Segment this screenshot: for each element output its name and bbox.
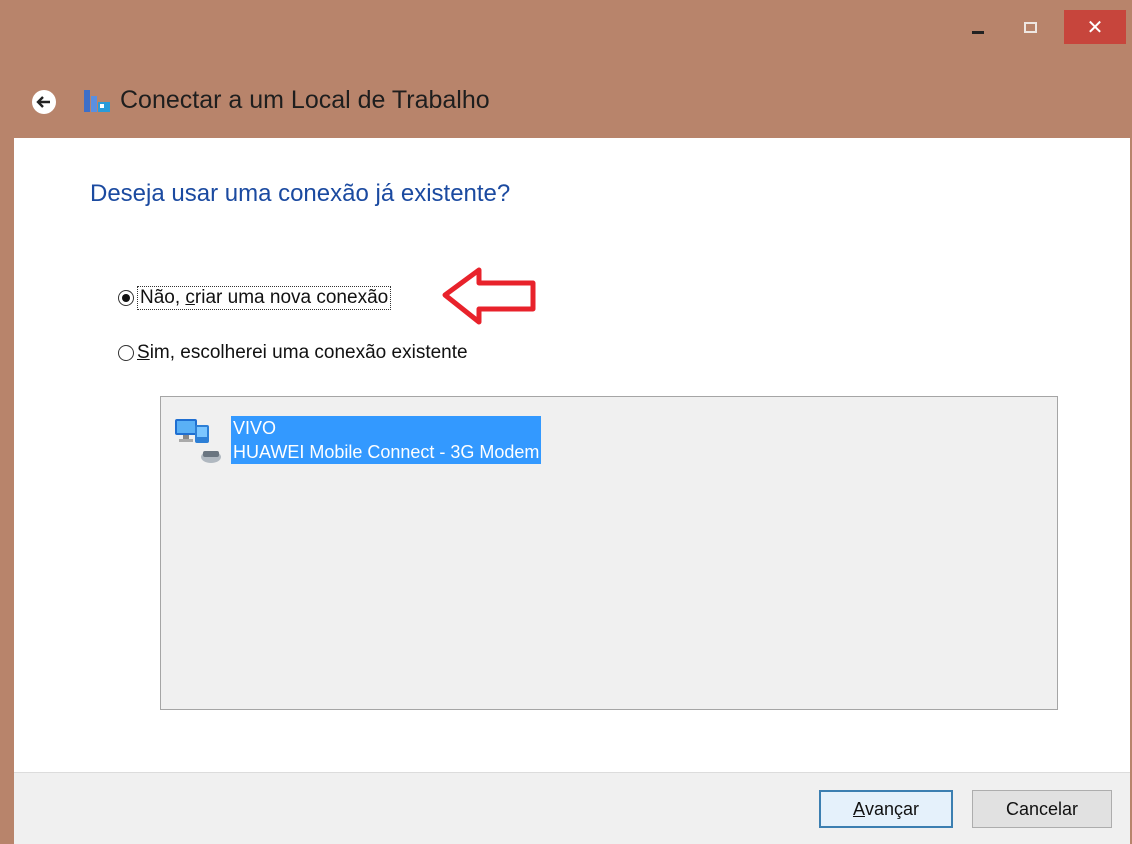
title-bar[interactable]: ✕: [0, 0, 1132, 64]
cancel-button[interactable]: Cancelar: [972, 790, 1112, 828]
network-app-icon: [84, 90, 110, 112]
next-button[interactable]: Avançar: [819, 790, 953, 828]
minimize-icon: [972, 30, 984, 34]
connection-list[interactable]: VIVO HUAWEI Mobile Connect - 3G Modem: [160, 396, 1058, 710]
radio-button-use-existing[interactable]: [118, 345, 134, 361]
back-button[interactable]: [30, 88, 58, 116]
page-title: Deseja usar uma conexão já existente?: [90, 180, 511, 207]
maximize-icon: [1023, 21, 1037, 33]
button-bar: Avançar Cancelar: [14, 772, 1130, 844]
list-item[interactable]: VIVO HUAWEI Mobile Connect - 3G Modem: [171, 413, 542, 467]
close-icon: ✕: [1086, 16, 1104, 39]
window-title: Conectar a um Local de Trabalho: [120, 86, 490, 114]
minimize-button[interactable]: [958, 10, 998, 44]
network-modem-icon: [175, 419, 221, 463]
connection-name: VIVO: [233, 418, 277, 438]
radio-use-existing-connection[interactable]: Sim, escolherei uma conexão existente: [118, 342, 468, 364]
dialog-window: ✕ Conectar a um Local de Trabalho Deseja…: [0, 0, 1132, 844]
connection-entry[interactable]: VIVO HUAWEI Mobile Connect - 3G Modem: [231, 416, 542, 464]
close-button[interactable]: ✕: [1064, 10, 1126, 44]
radio-create-new-connection[interactable]: Não, criar uma nova conexão: [118, 286, 392, 310]
maximize-button[interactable]: [1010, 10, 1050, 44]
connection-device: HUAWEI Mobile Connect - 3G Modem: [233, 442, 540, 462]
radio-label-use-existing[interactable]: Sim, escolherei uma conexão existente: [137, 342, 468, 364]
red-arrow-annotation: [442, 267, 536, 325]
content-panel: Deseja usar uma conexão já existente? Nã…: [14, 138, 1130, 772]
radio-button-create-new[interactable]: [118, 290, 134, 306]
radio-checked-dot: [122, 294, 130, 302]
radio-label-create-new[interactable]: Não, criar uma nova conexão: [137, 286, 392, 310]
